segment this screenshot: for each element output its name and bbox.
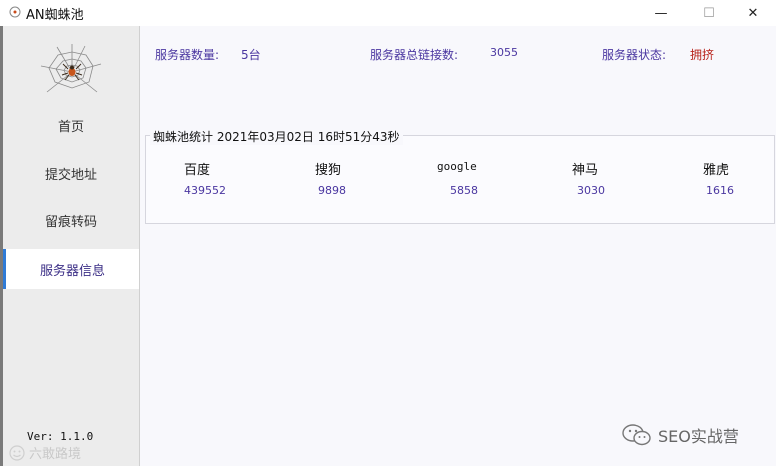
- engine-name-baidu: 百度: [184, 163, 211, 178]
- engine-name-yahoo: 雅虎: [703, 163, 730, 178]
- minimize-button[interactable]: —: [638, 0, 684, 26]
- watermark-left: 六敢路境: [9, 443, 81, 462]
- engine-count-shenma: 3030: [577, 184, 605, 197]
- engine-name-shenma: 神马: [572, 163, 599, 178]
- engine-count-google: 5858: [450, 184, 478, 197]
- total-links-value: 3055: [490, 46, 518, 59]
- title-bar: AN蜘蛛池 — ☐ ✕: [0, 0, 776, 27]
- engine-name-google: google: [437, 160, 477, 173]
- main-panel: 服务器数量: 5台 服务器总链接数: 3055 服务器状态: 拥挤 蜘蛛池统计 …: [140, 26, 776, 466]
- wechat-icon: [622, 424, 651, 446]
- sidebar-item-trace-transcode[interactable]: 留痕转码: [3, 200, 139, 240]
- version-label: Ver: 1.1.0: [27, 430, 94, 443]
- server-count-value: 5台: [241, 48, 261, 62]
- maximize-button[interactable]: ☐: [686, 0, 732, 26]
- close-button[interactable]: ✕: [730, 0, 776, 26]
- sidebar-item-submit-url[interactable]: 提交地址: [3, 153, 139, 193]
- watermark-right-text: SEO实战营: [658, 427, 739, 446]
- server-status-label: 服务器状态:: [602, 48, 667, 62]
- engine-count-baidu: 439552: [184, 184, 226, 197]
- watermark-left-text: 六敢路境: [29, 447, 82, 462]
- spider-stats-group: [145, 135, 775, 224]
- total-links-label: 服务器总链接数:: [370, 48, 459, 62]
- engine-count-yahoo: 1616: [706, 184, 734, 197]
- spider-stats-title: 蜘蛛池统计 2021年03月02日 16时51分43秒: [150, 128, 403, 145]
- server-count-label: 服务器数量:: [155, 48, 220, 62]
- sidebar-item-home[interactable]: 首页: [3, 105, 139, 145]
- smiley-icon: [9, 444, 25, 461]
- spider-web-logo: [40, 44, 102, 93]
- watermark-right: SEO实战营: [622, 423, 739, 447]
- sidebar-item-server-info[interactable]: 服务器信息: [3, 249, 139, 289]
- sidebar: 首页 提交地址 留痕转码 服务器信息 Ver: 1.1.0 六敢路境: [3, 26, 140, 466]
- engine-count-sogou: 9898: [318, 184, 346, 197]
- server-status-value: 拥挤: [690, 48, 715, 62]
- window-title: AN蜘蛛池: [26, 8, 84, 23]
- engine-name-sogou: 搜狗: [315, 163, 342, 178]
- app-icon: [9, 6, 21, 18]
